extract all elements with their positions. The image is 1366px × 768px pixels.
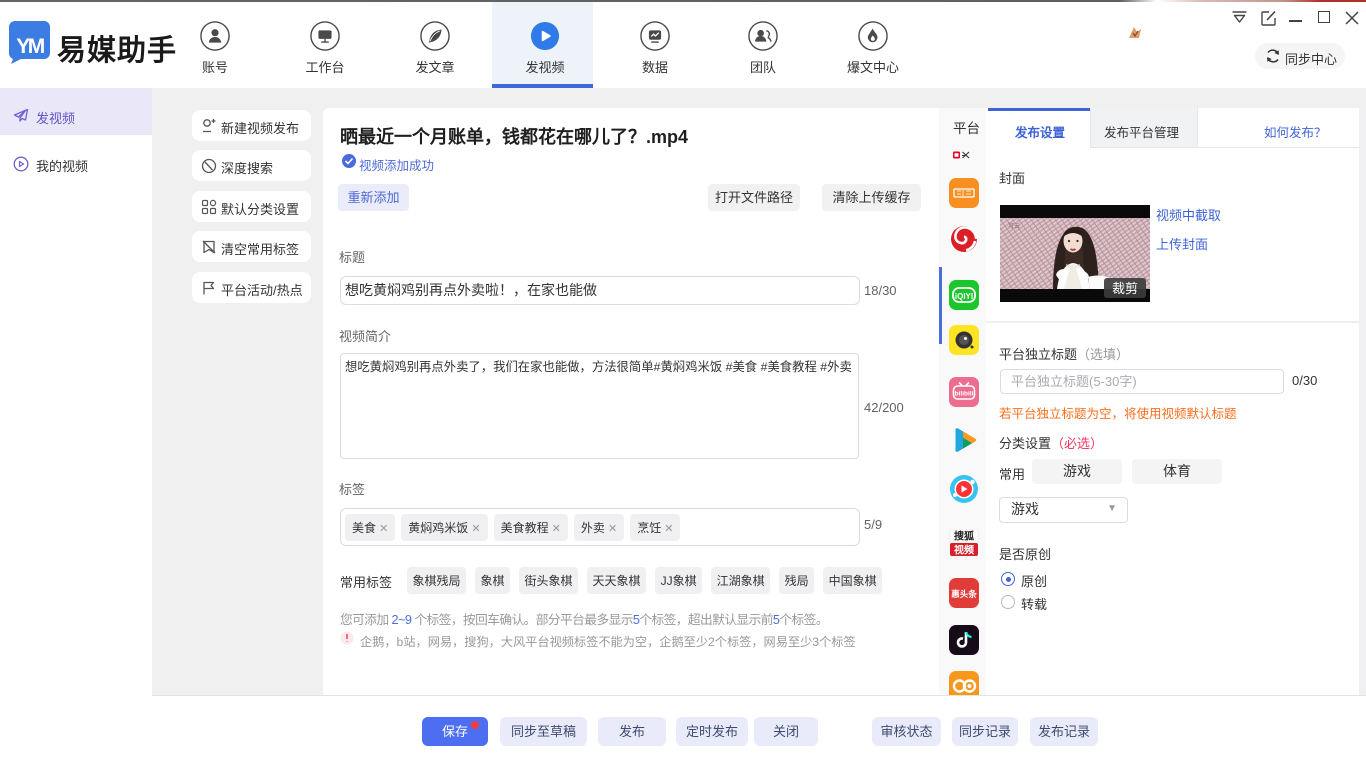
svg-text:搜狐: 搜狐 [954,530,974,543]
svg-text:bilibili: bilibili [955,391,974,398]
svg-text:可云: 可云 [1008,223,1020,230]
svg-text:裁剪: 裁剪 [1112,281,1138,296]
svg-text:iQIYI: iQIYI [955,292,973,301]
svg-text:惠头条: 惠头条 [951,589,977,599]
svg-text:YM: YM [16,35,45,58]
svg-text:视频: 视频 [954,544,974,557]
